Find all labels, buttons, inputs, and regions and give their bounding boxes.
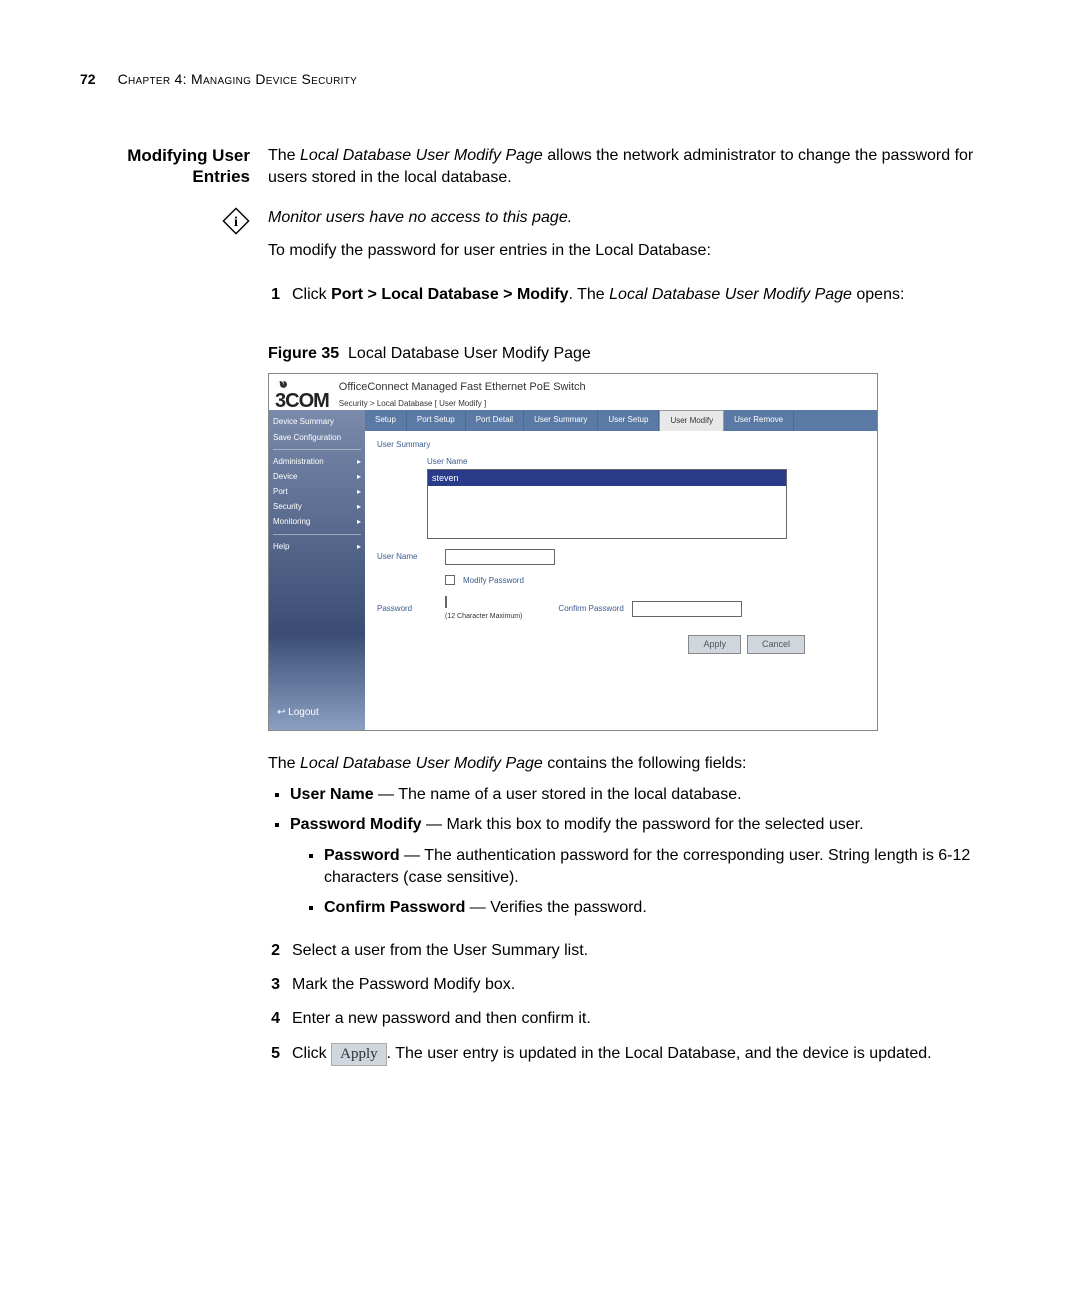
step-number: 3 xyxy=(262,974,280,996)
step-body: Click Apply. The user entry is updated i… xyxy=(292,1043,995,1066)
list-item: Password Modify — Mark this box to modif… xyxy=(290,814,995,920)
step-number: 1 xyxy=(262,284,280,306)
menu-path: Port > Local Database > Modify xyxy=(331,286,568,303)
tab-user-setup[interactable]: User Setup xyxy=(598,410,659,430)
step-number: 5 xyxy=(262,1043,280,1066)
breadcrumb: Security > Local Database [ User Modify … xyxy=(339,398,586,409)
step-body: Click Port > Local Database > Modify. Th… xyxy=(292,284,995,306)
section-heading: Modifying User Entries xyxy=(80,145,250,188)
password-hint: (12 Character Maximum) xyxy=(445,613,522,620)
field-desc: — The authentication password for the co… xyxy=(324,847,970,886)
list-item: Password — The authentication password f… xyxy=(324,845,995,890)
modify-password-checkbox[interactable] xyxy=(445,575,455,585)
password-field[interactable] xyxy=(445,596,447,608)
user-name-label: User Name xyxy=(377,551,437,562)
lead-in: To modify the password for user entries … xyxy=(268,240,995,262)
text: The xyxy=(268,755,300,772)
confirm-password-label: Confirm Password xyxy=(558,603,623,614)
field-desc: — Mark this box to modify the password f… xyxy=(422,816,864,833)
tab-user-modify[interactable]: User Modify xyxy=(659,410,724,430)
page-name: Local Database User Modify Page xyxy=(300,147,543,164)
page-name: Local Database User Modify Page xyxy=(300,755,543,772)
sidebar-item-administration[interactable]: Administration▸ xyxy=(273,456,361,467)
tab-bar: Setup Port Setup Port Detail User Summar… xyxy=(365,410,877,430)
tab-user-remove[interactable]: User Remove xyxy=(724,410,794,430)
tab-user-summary[interactable]: User Summary xyxy=(524,410,598,430)
sidebar-item-save-configuration[interactable]: Save Configuration xyxy=(273,432,361,443)
page-header: 72 Chapter 4: Managing Device Security xyxy=(80,70,995,90)
step-body: Enter a new password and then confirm it… xyxy=(292,1008,995,1030)
user-name-column: User Name xyxy=(427,456,865,467)
intro-paragraph: The Local Database User Modify Page allo… xyxy=(268,145,995,190)
chevron-right-icon: ▸ xyxy=(357,471,361,482)
text: Click xyxy=(292,286,331,303)
text: Local Database xyxy=(625,1045,736,1062)
text: contains the following fields: xyxy=(543,755,747,772)
figure-label: Figure 35 xyxy=(268,345,339,362)
tab-port-setup[interactable]: Port Setup xyxy=(407,410,466,430)
cancel-button[interactable]: Cancel xyxy=(747,635,805,654)
user-summary-label: User Summary xyxy=(377,439,865,450)
list-item: User Name — The name of a user stored in… xyxy=(290,784,995,806)
figure-title: Local Database User Modify Page xyxy=(348,345,591,362)
tab-port-detail[interactable]: Port Detail xyxy=(466,410,524,430)
field-label: Password xyxy=(324,847,400,864)
chevron-right-icon: ▸ xyxy=(357,541,361,552)
field-desc: — The name of a user stored in the local… xyxy=(374,786,742,803)
brand-logo: 3COM xyxy=(275,390,329,412)
user-name-field[interactable] xyxy=(445,549,555,565)
sidebar-item-device[interactable]: Device▸ xyxy=(273,471,361,482)
chevron-right-icon: ▸ xyxy=(357,456,361,467)
page-name: Local Database User Modify Page xyxy=(609,286,852,303)
field-desc: — Verifies the password. xyxy=(465,899,646,916)
note-text: Monitor users have no access to this pag… xyxy=(268,207,995,229)
sidebar-item-security[interactable]: Security▸ xyxy=(273,501,361,512)
text: Click xyxy=(292,1045,331,1062)
apply-button[interactable]: Apply xyxy=(688,635,741,654)
text: The xyxy=(268,147,300,164)
sidebar-item-device-summary[interactable]: Device Summary xyxy=(273,416,361,427)
list-item[interactable]: steven xyxy=(428,470,786,487)
field-list: User Name — The name of a user stored in… xyxy=(268,784,995,920)
chevron-right-icon: ▸ xyxy=(357,501,361,512)
field-label: Password Modify xyxy=(290,816,422,833)
password-label: Password xyxy=(377,603,437,614)
logout-link[interactable]: ↩ Logout xyxy=(277,706,319,720)
chevron-right-icon: ▸ xyxy=(357,516,361,527)
field-label: User Name xyxy=(290,786,374,803)
sidebar-item-port[interactable]: Port▸ xyxy=(273,486,361,497)
text: . The xyxy=(569,286,610,303)
figure-caption: Figure 35 Local Database User Modify Pag… xyxy=(268,343,995,365)
chevron-right-icon: ▸ xyxy=(357,486,361,497)
text: , and the device is updated. xyxy=(736,1045,932,1062)
step-body: Mark the Password Modify box. xyxy=(292,974,995,996)
sidebar: Device Summary Save Configuration Admini… xyxy=(269,410,365,730)
svg-text:i: i xyxy=(234,215,238,230)
user-list[interactable]: steven xyxy=(427,469,787,539)
apply-button-inline: Apply xyxy=(331,1043,387,1066)
step-number: 2 xyxy=(262,940,280,962)
tab-setup[interactable]: Setup xyxy=(365,410,407,430)
fields-intro: The Local Database User Modify Page cont… xyxy=(268,753,995,775)
screenshot: ◔◕ 3COM OfficeConnect Managed Fast Ether… xyxy=(268,373,878,731)
confirm-password-field[interactable] xyxy=(632,601,742,617)
product-title: OfficeConnect Managed Fast Ethernet PoE … xyxy=(339,380,586,395)
field-label: Confirm Password xyxy=(324,899,465,916)
chapter-title: Chapter 4: Managing Device Security xyxy=(118,70,358,90)
text: opens: xyxy=(852,286,904,303)
step-number: 4 xyxy=(262,1008,280,1030)
info-icon: i xyxy=(222,207,250,235)
text: . The user entry is updated in the xyxy=(387,1045,625,1062)
modify-password-label: Modify Password xyxy=(463,575,524,586)
list-item: Confirm Password — Verifies the password… xyxy=(324,897,995,919)
page-number: 72 xyxy=(80,70,96,90)
sidebar-item-help[interactable]: Help▸ xyxy=(273,541,361,552)
sidebar-item-monitoring[interactable]: Monitoring▸ xyxy=(273,516,361,527)
step-body: Select a user from the User Summary list… xyxy=(292,940,995,962)
